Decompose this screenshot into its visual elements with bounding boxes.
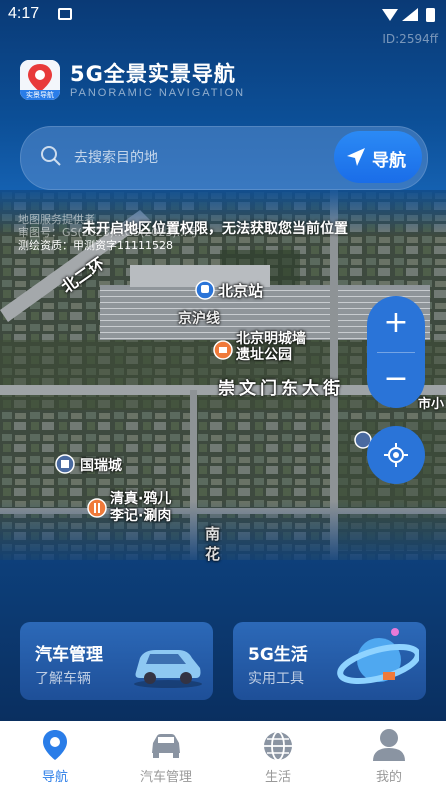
zoom-controls: + − <box>367 296 425 408</box>
navigate-button-label: 导航 <box>372 151 406 171</box>
poi-beijing-station[interactable]: 北京站 <box>218 280 263 301</box>
crosshair-icon <box>384 443 408 467</box>
locate-me-button[interactable] <box>367 426 425 484</box>
tab-profile[interactable]: 我的 <box>344 721 434 794</box>
navigate-button[interactable]: 导航 <box>334 131 422 183</box>
license-line: 地图服务提供者 <box>18 213 95 226</box>
card-title: 汽车管理 <box>35 645 103 665</box>
notification-icon <box>58 8 72 20</box>
signal-battery-icons <box>382 8 435 22</box>
zoom-out-button[interactable]: − <box>367 352 425 408</box>
tab-label: 生活 <box>264 770 291 785</box>
app-subtitle: PANORAMIC NAVIGATION <box>70 87 246 99</box>
globe-illustration-icon <box>337 628 419 685</box>
train-station-icon <box>195 280 215 300</box>
person-icon <box>373 729 405 761</box>
globe-icon <box>264 731 292 761</box>
tab-label: 我的 <box>375 770 402 785</box>
logo-label: 实景导航 <box>26 91 54 99</box>
send-arrow-icon <box>347 148 365 166</box>
tab-car-management[interactable]: 汽车管理 <box>121 721 211 794</box>
bottom-tab-bar: 导航 汽车管理 生活 我的 <box>0 721 446 794</box>
card-subtitle: 了解车辆 <box>35 671 91 687</box>
building-icon <box>55 454 75 474</box>
search-input[interactable]: 去搜索目的地 <box>74 147 158 167</box>
location-pin-icon <box>43 730 67 760</box>
search-icon <box>41 146 61 166</box>
card-subtitle: 实用工具 <box>248 671 304 687</box>
app-logo: 实景导航 <box>20 60 60 100</box>
street-label-chongwenmen: 崇文门东大街 <box>218 379 344 399</box>
app-title: 5G全景实景导航 <box>70 62 236 86</box>
device-id-label: ID:2594ff <box>382 32 438 46</box>
street-label-south: 南 花 <box>205 525 221 563</box>
poi-restaurant[interactable]: 清真·鸦儿 李记·涮肉 <box>110 491 171 525</box>
poi-city-wall-park[interactable]: 北京明城墙 遗址公园 <box>236 331 306 363</box>
5g-life-card[interactable]: 5G生活 实用工具 <box>233 622 426 700</box>
tab-label: 导航 <box>41 770 68 785</box>
car-illustration-icon <box>134 650 202 688</box>
park-icon <box>213 340 233 360</box>
card-title: 5G生活 <box>248 645 308 665</box>
tab-label: 汽车管理 <box>139 770 192 785</box>
restaurant-icon <box>87 498 107 518</box>
rail-line-label: 京沪线 <box>178 311 220 327</box>
tab-navigation[interactable]: 导航 <box>10 721 100 794</box>
map-license-info: 地图服务提供者 审图号：GS(2023)...GS(2023)...号 测绘资质… <box>18 213 198 252</box>
license-line: 测绘资质：甲测资字11111528 <box>18 239 173 252</box>
poi-guoruicheng[interactable]: 国瑞城 <box>80 455 122 475</box>
tab-life[interactable]: 生活 <box>233 721 323 794</box>
status-bar: 4:17 <box>0 0 446 30</box>
status-time: 4:17 <box>8 5 40 22</box>
zoom-in-button[interactable]: + <box>367 296 425 352</box>
car-management-card[interactable]: 汽车管理 了解车辆 <box>20 622 213 700</box>
car-icon <box>152 734 180 758</box>
license-line: 审图号：GS(2023)...GS(2023)...号 <box>18 226 199 239</box>
